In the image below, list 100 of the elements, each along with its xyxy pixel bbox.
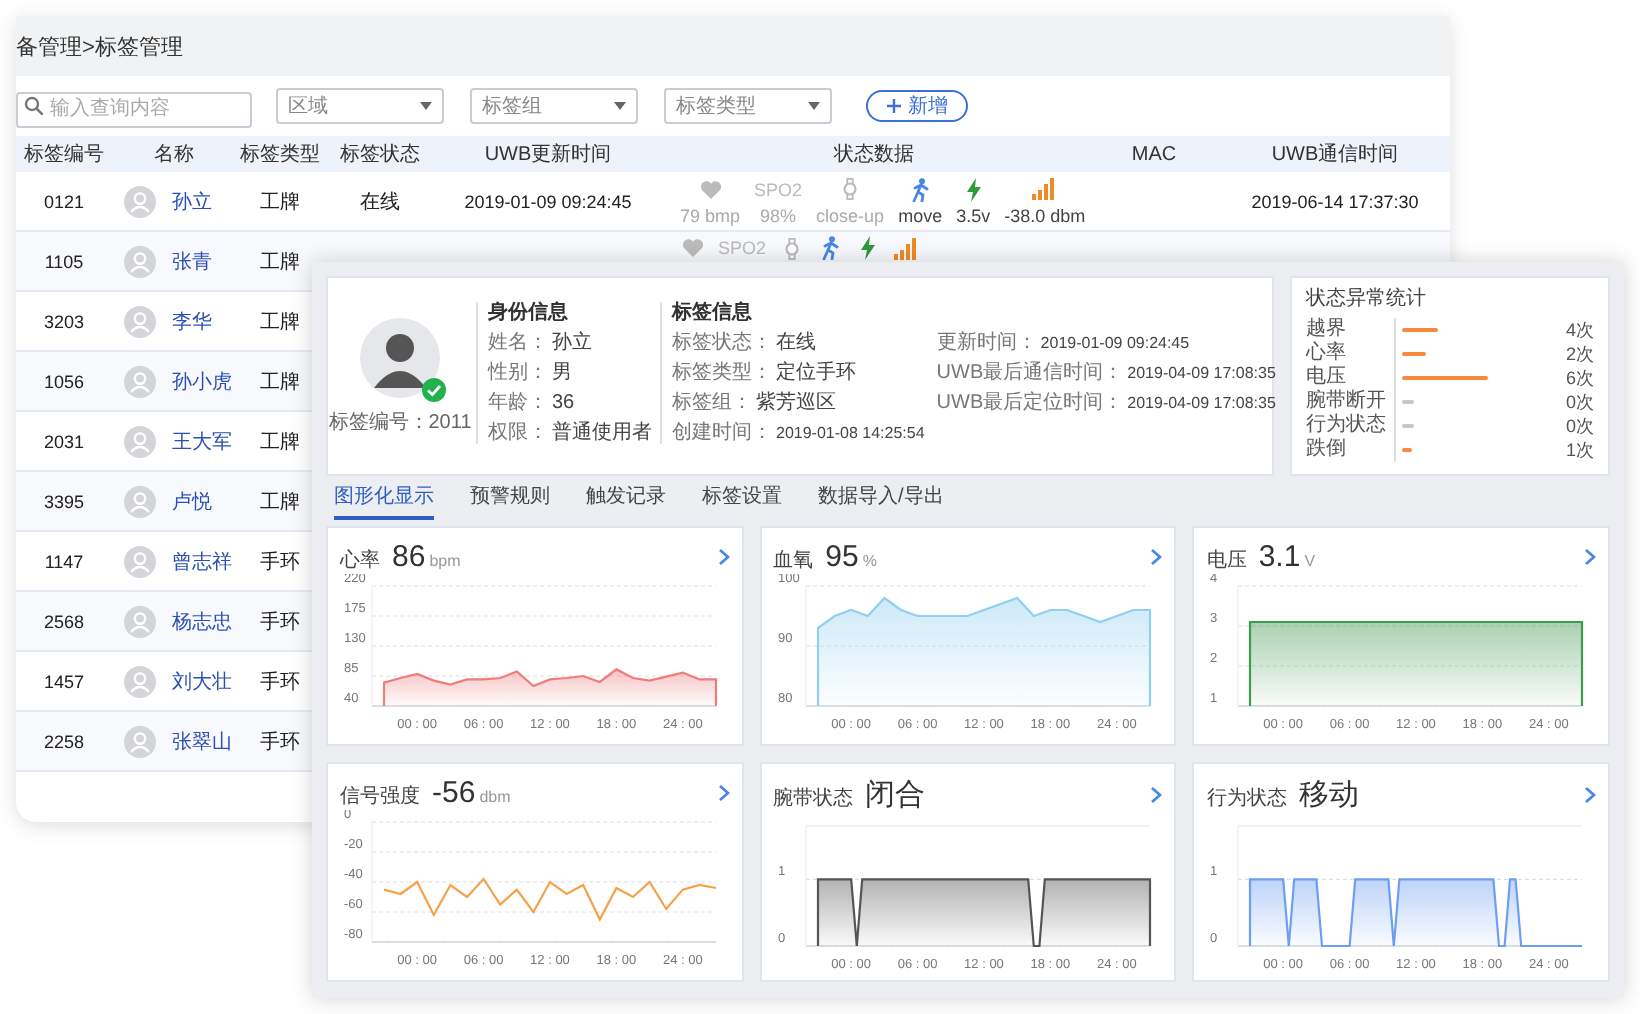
chart-value: 移动: [1298, 776, 1359, 814]
chevron-right-icon[interactable]: [1584, 548, 1596, 566]
chart-value: 95: [825, 540, 859, 574]
plus-icon: [886, 98, 902, 114]
name-link[interactable]: 张翠山: [172, 727, 232, 755]
breadcrumb: 备管理>标签管理: [16, 33, 183, 61]
chevron-right-icon[interactable]: [717, 548, 730, 566]
field-value: 紫芳巡区: [756, 392, 836, 414]
column-header: MAC: [1131, 143, 1177, 165]
unit-label: bpm: [429, 552, 461, 570]
stat-label: 腕带断开: [1306, 390, 1388, 413]
table-cell: 1105: [44, 251, 84, 271]
stat-count: 4次: [1563, 318, 1594, 342]
stat-count: 6次: [1563, 366, 1594, 390]
stat-count: 2次: [1563, 342, 1594, 366]
sensor-label: SPO2: [754, 179, 803, 199]
field-value: 男: [552, 362, 572, 384]
chevron-right-icon[interactable]: [1150, 548, 1163, 566]
column-header: 名称: [154, 142, 194, 168]
dropdown[interactable]: 标签组: [470, 88, 638, 124]
table-cell-text: 手环: [260, 669, 300, 695]
section-heading: 身份信息: [488, 302, 570, 324]
table-cell: 3203: [43, 311, 85, 331]
add-button[interactable]: 新增: [866, 90, 968, 122]
chart-value: 86: [392, 540, 426, 574]
column-header: 标签类型: [240, 141, 320, 168]
table-cell: 2568: [43, 611, 85, 631]
status-reading: 98%: [760, 205, 797, 225]
field-label: 创建时间：: [672, 422, 772, 444]
table-cell-text: 手环: [260, 729, 300, 755]
stat-label: 心率: [1306, 342, 1348, 365]
chart-title: 行为状态: [1206, 785, 1287, 812]
tab[interactable]: 标签设置: [702, 482, 782, 520]
status-reading: 3.5v: [956, 205, 991, 225]
caret-icon: [808, 102, 820, 110]
field-value: 2019-04-09 17:08:35: [1127, 392, 1276, 414]
name-link[interactable]: 孙小虎: [172, 367, 232, 395]
column-header: 状态数据: [834, 141, 914, 168]
avatar-icon: [124, 545, 156, 577]
table-cell-text: 工牌: [260, 489, 300, 515]
chart-title: 信号强度: [340, 783, 420, 810]
avatar-icon: [124, 665, 156, 697]
table-cell-text: 在线: [360, 189, 400, 215]
avatar-icon: [124, 365, 156, 397]
table-cell-text: 工牌: [260, 369, 300, 395]
caret-icon: [614, 102, 626, 110]
table-cell: 1056: [43, 371, 85, 391]
tab[interactable]: 图形化显示: [334, 482, 434, 520]
unit-label: V: [1304, 552, 1316, 570]
caret-icon: [420, 102, 432, 110]
field-value: 孙立: [552, 332, 592, 354]
name-link[interactable]: 卢悦: [172, 487, 212, 515]
stat-count: 0次: [1563, 390, 1594, 414]
column-header: UWB更新时间: [484, 141, 612, 168]
search-field[interactable]: 输入查询内容: [16, 91, 252, 127]
stat-count: 1次: [1563, 438, 1594, 462]
field-label: UWB最后定位时间：: [936, 392, 1124, 414]
unit-label: dbm: [479, 788, 511, 806]
field-value: 2019-04-09 17:08:35: [1127, 362, 1276, 384]
stat-count: 0次: [1563, 414, 1594, 438]
tab[interactable]: 数据导入/导出: [818, 482, 944, 520]
field-value: 在线: [776, 332, 816, 354]
status-reading: -38.0 dbm: [1004, 205, 1086, 225]
chevron-right-icon[interactable]: [717, 784, 730, 802]
field-label: 标签状态：: [672, 332, 772, 354]
chevron-right-icon[interactable]: [1584, 786, 1596, 804]
dropdown[interactable]: 区域: [276, 88, 444, 124]
unit-label: %: [862, 552, 877, 570]
chevron-right-icon[interactable]: [1150, 786, 1163, 804]
chart-title: 腕带状态: [773, 785, 854, 812]
table-cell: 2019-06-14 17:37:30: [1251, 191, 1419, 211]
avatar-silhouette: [360, 318, 440, 398]
field-label: 姓名：: [488, 332, 548, 354]
field-label: 权限：: [488, 422, 548, 444]
check-badge-icon: [422, 378, 446, 402]
name-link[interactable]: 杨志忠: [172, 607, 232, 635]
chart-value: -56: [432, 776, 476, 810]
field-value: 2019-01-08 14:25:54: [776, 422, 925, 444]
dropdown[interactable]: 标签类型: [664, 88, 832, 124]
name-link[interactable]: 张青: [172, 247, 212, 275]
field-label: 年龄：: [488, 392, 548, 414]
status-reading: move: [898, 205, 943, 225]
avatar-icon: [124, 605, 156, 637]
name-link[interactable]: 刘大壮: [172, 667, 232, 695]
table-cell-text: 工牌: [260, 249, 300, 275]
name-link[interactable]: 曾志祥: [172, 547, 232, 575]
search-icon: [24, 96, 44, 116]
name-link[interactable]: 孙立: [172, 187, 212, 215]
name-link[interactable]: 李华: [172, 307, 212, 335]
field-value: 36: [552, 392, 575, 414]
table-cell-text: 手环: [260, 549, 300, 575]
tab[interactable]: 触发记录: [586, 482, 666, 520]
tab[interactable]: 预警规则: [470, 482, 550, 520]
field-label: 标签组：: [672, 392, 752, 414]
status-reading: close-up: [816, 205, 885, 225]
field-value: 2019-01-09 09:24:45: [1040, 332, 1190, 354]
stat-label: 电压: [1306, 366, 1348, 389]
field-label: UWB最后通信时间：: [936, 362, 1124, 384]
chart-title: 血氧: [773, 548, 814, 574]
name-link[interactable]: 王大军: [172, 427, 232, 455]
